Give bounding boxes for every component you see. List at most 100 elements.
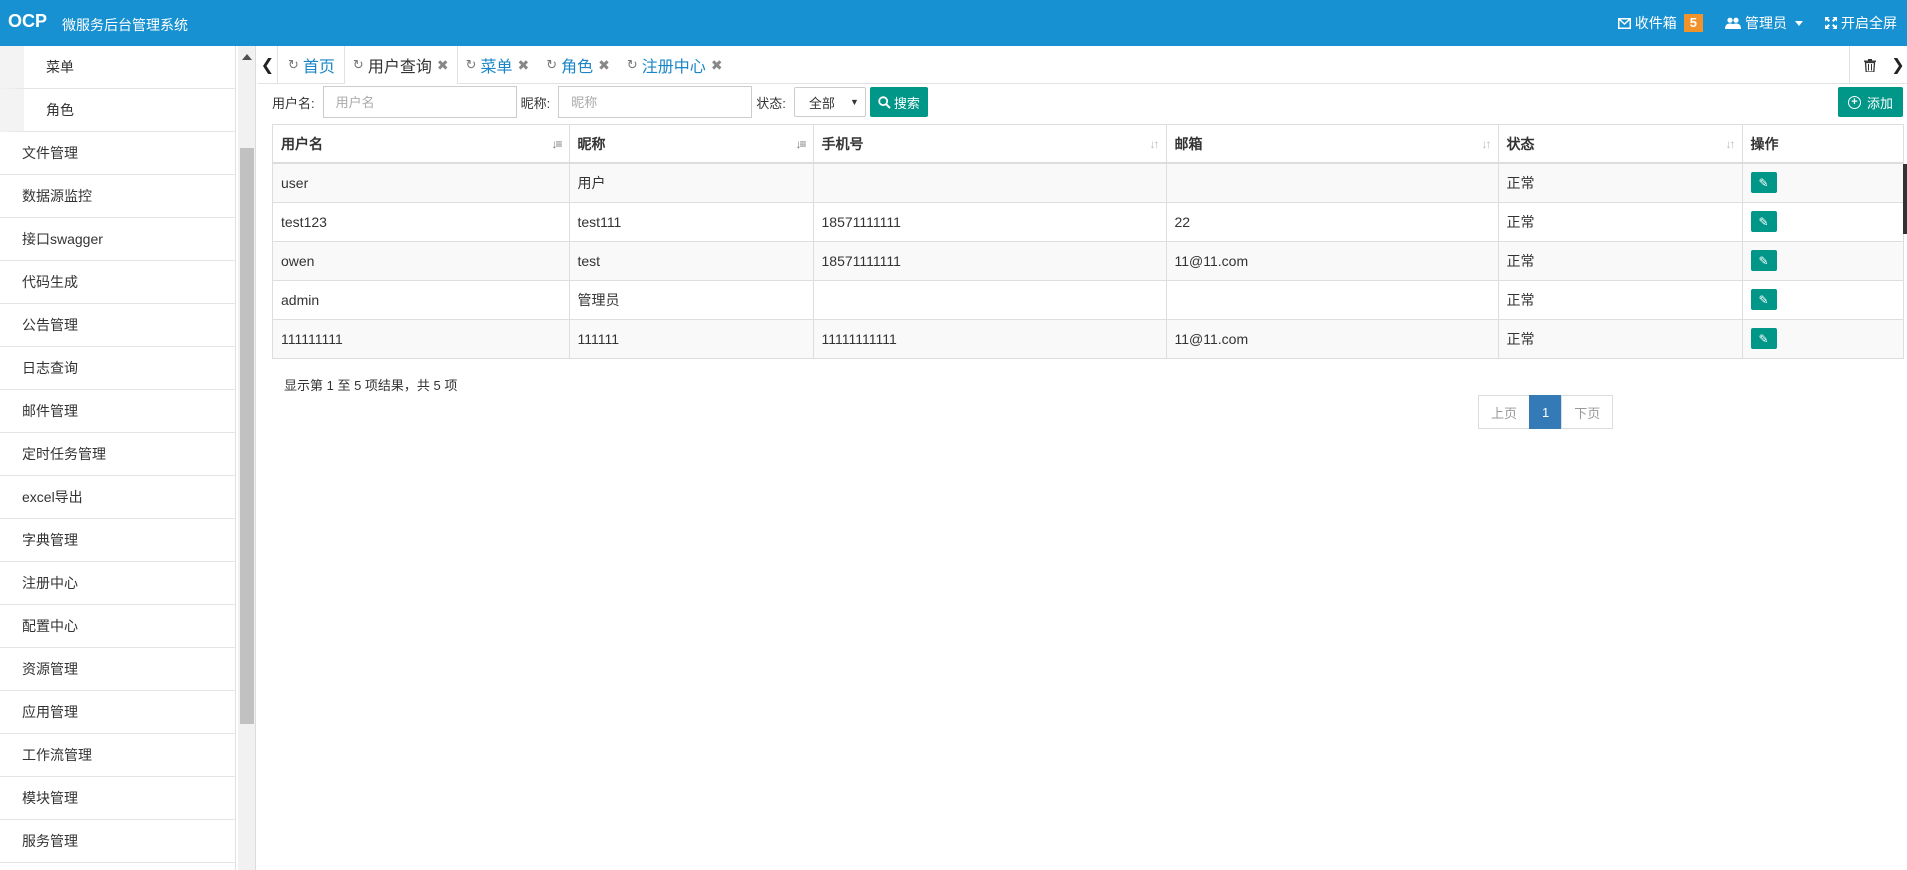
tab-list: ↻ 首页 ↻ 用户查询 ✖ ↻ 菜单 ✖ ↻ 角色 ✖ ↻ 注册中心 ✖ — [280, 46, 732, 84]
tab-menu[interactable]: ↻ 菜单 ✖ — [458, 46, 539, 84]
edit-button[interactable]: ✎ — [1750, 328, 1777, 350]
column-header-status[interactable]: 状态 ↓↑ — [1498, 125, 1743, 164]
table-info: 显示第 1 至 5 项结果，共 5 项 — [284, 378, 458, 393]
tab-user-query[interactable]: ↻ 用户查询 ✖ — [343, 46, 458, 84]
add-user-button[interactable]: + 添加 — [1838, 87, 1904, 117]
sidebar-scrollbar[interactable] — [238, 46, 256, 870]
search-button-label: 搜索 — [893, 95, 920, 111]
pencil-icon: ✎ — [1758, 292, 1769, 307]
tab-scroll-right-icon[interactable]: ❯ — [1889, 46, 1907, 84]
table-row: test123 test111 18571111111 22 正常 ✎ — [273, 202, 1903, 242]
pencil-icon: ✎ — [1758, 175, 1769, 190]
column-header-username[interactable]: 用户名 ↓≡ — [273, 125, 570, 164]
cell-status: 正常 — [1498, 280, 1743, 320]
search-icon — [878, 95, 891, 109]
content-scrollbar-edge[interactable] — [1903, 164, 1907, 234]
sort-desc-icon[interactable]: ↓≡ — [551, 137, 562, 151]
status-select[interactable]: 全部 ▼ — [793, 87, 866, 117]
pencil-icon: ✎ — [1758, 331, 1769, 346]
refresh-icon[interactable]: ↻ — [288, 57, 299, 73]
tab-label: 用户查询 — [367, 59, 432, 76]
column-header-email[interactable]: 邮箱 ↓↑ — [1166, 125, 1499, 164]
column-header-phone[interactable]: 手机号 ↓↑ — [813, 125, 1167, 164]
sidebar-item-applications[interactable]: 应用管理 — [0, 691, 235, 734]
table-header-row: 用户名 ↓≡ 昵称 ↓≡ 手机号 ↓↑ 邮箱 ↓↑ 状态 ↓↑ 操作 — [273, 125, 1903, 164]
tab-home[interactable]: ↻ 首页 — [280, 46, 344, 84]
tab-scroll-left-icon[interactable]: ❮ — [258, 46, 278, 84]
sidebar-item-config-center[interactable]: 配置中心 — [0, 605, 235, 648]
tab-registry[interactable]: ↻ 注册中心 ✖ — [619, 46, 732, 84]
sidebar-item-codegen[interactable]: 代码生成 — [0, 261, 235, 304]
fullscreen-toggle[interactable]: 开启全屏 — [1825, 13, 1897, 33]
sidebar-item-scheduled-jobs[interactable]: 定时任务管理 — [0, 433, 235, 476]
sidebar-item-log-query[interactable]: 日志查询 — [0, 347, 235, 390]
edit-button[interactable]: ✎ — [1750, 250, 1777, 271]
nickname-input[interactable] — [558, 86, 753, 118]
sidebar-item-notice[interactable]: 公告管理 — [0, 304, 235, 347]
cell-email: 11@11.com — [1166, 241, 1499, 281]
user-name: 管理员 — [1745, 15, 1787, 31]
column-header-nickname[interactable]: 昵称 ↓≡ — [569, 125, 814, 164]
user-menu[interactable]: 管理员 — [1725, 13, 1803, 33]
sidebar-item-modules[interactable]: 模块管理 — [0, 777, 235, 820]
edit-button[interactable]: ✎ — [1750, 211, 1777, 232]
refresh-icon[interactable]: ↻ — [353, 57, 364, 73]
tab-label: 注册中心 — [641, 59, 706, 76]
envelope-icon — [1617, 17, 1631, 29]
close-icon[interactable]: ✖ — [518, 57, 530, 74]
sidebar-item-file-management[interactable]: 文件管理 — [0, 132, 235, 175]
sidebar-subitem-role[interactable]: 角色 — [0, 89, 235, 132]
brand-logo[interactable]: OCP — [8, 11, 47, 32]
cell-actions: ✎ — [1742, 241, 1903, 281]
refresh-icon[interactable]: ↻ — [627, 57, 638, 73]
cell-nickname: test — [569, 241, 814, 281]
close-all-tabs-button[interactable] — [1849, 46, 1889, 84]
top-navbar: OCP 微服务后台管理系统 收件箱 5 管理员 开启全屏 — [0, 0, 1907, 46]
cell-phone: 18571111111 — [813, 241, 1167, 281]
cell-email — [1166, 280, 1499, 320]
edit-button[interactable]: ✎ — [1750, 289, 1777, 310]
cell-username: user — [273, 163, 570, 203]
tab-label: 菜单 — [480, 59, 513, 76]
inbox-label: 收件箱 — [1634, 15, 1677, 31]
inbox-link[interactable]: 收件箱 5 — [1617, 13, 1703, 33]
tab-role[interactable]: ↻ 角色 ✖ — [538, 46, 619, 84]
sidebar-scrollbar-thumb[interactable] — [240, 148, 254, 724]
sidebar-item-registry[interactable]: 注册中心 — [0, 562, 235, 605]
refresh-icon[interactable]: ↻ — [546, 57, 557, 73]
cell-nickname: 111111 — [569, 319, 814, 358]
prev-page-button[interactable]: 上页 — [1478, 395, 1531, 429]
page-1-button[interactable]: 1 — [1529, 395, 1563, 429]
sidebar-item-dictionary[interactable]: 字典管理 — [0, 519, 235, 562]
table-row: admin 管理员 正常 ✎ — [273, 280, 1903, 320]
cell-nickname: 管理员 — [569, 280, 814, 320]
cell-phone: 18571111111 — [813, 202, 1167, 242]
sort-both-icon[interactable]: ↓↑ — [1482, 137, 1492, 151]
sidebar-item-services[interactable]: 服务管理 — [0, 820, 235, 863]
tab-label: 角色 — [561, 59, 594, 76]
username-input[interactable] — [322, 86, 517, 118]
sort-both-icon[interactable]: ↓↑ — [1150, 137, 1160, 151]
sort-asc-icon[interactable]: ↓≡ — [795, 137, 806, 151]
status-label: 状态: — [756, 95, 786, 111]
sidebar-item-mail[interactable]: 邮件管理 — [0, 390, 235, 433]
close-icon[interactable]: ✖ — [711, 57, 723, 74]
next-page-button[interactable]: 下页 — [1561, 395, 1614, 429]
close-icon[interactable]: ✖ — [437, 57, 449, 74]
sidebar-item-swagger[interactable]: 接口swagger — [0, 218, 235, 261]
status-select-value: 全部 — [808, 95, 835, 111]
cell-actions: ✎ — [1742, 280, 1903, 320]
sidebar-subitem-menu[interactable]: 菜单 — [0, 46, 235, 89]
edit-button[interactable]: ✎ — [1750, 172, 1777, 194]
sidebar-item-resources[interactable]: 资源管理 — [0, 648, 235, 691]
sidebar-item-excel-export[interactable]: excel导出 — [0, 476, 235, 519]
sidebar-item-workflow[interactable]: 工作流管理 — [0, 734, 235, 777]
sort-both-icon[interactable]: ↓↑ — [1726, 137, 1736, 151]
pencil-icon: ✎ — [1758, 214, 1769, 229]
close-icon[interactable]: ✖ — [598, 57, 610, 74]
sidebar-item-datasource-monitor[interactable]: 数据源监控 — [0, 175, 235, 218]
search-button[interactable]: 搜索 — [869, 87, 928, 117]
scroll-up-arrow-icon[interactable] — [242, 54, 252, 60]
refresh-icon[interactable]: ↻ — [466, 57, 477, 73]
inbox-count-badge: 5 — [1683, 14, 1703, 32]
